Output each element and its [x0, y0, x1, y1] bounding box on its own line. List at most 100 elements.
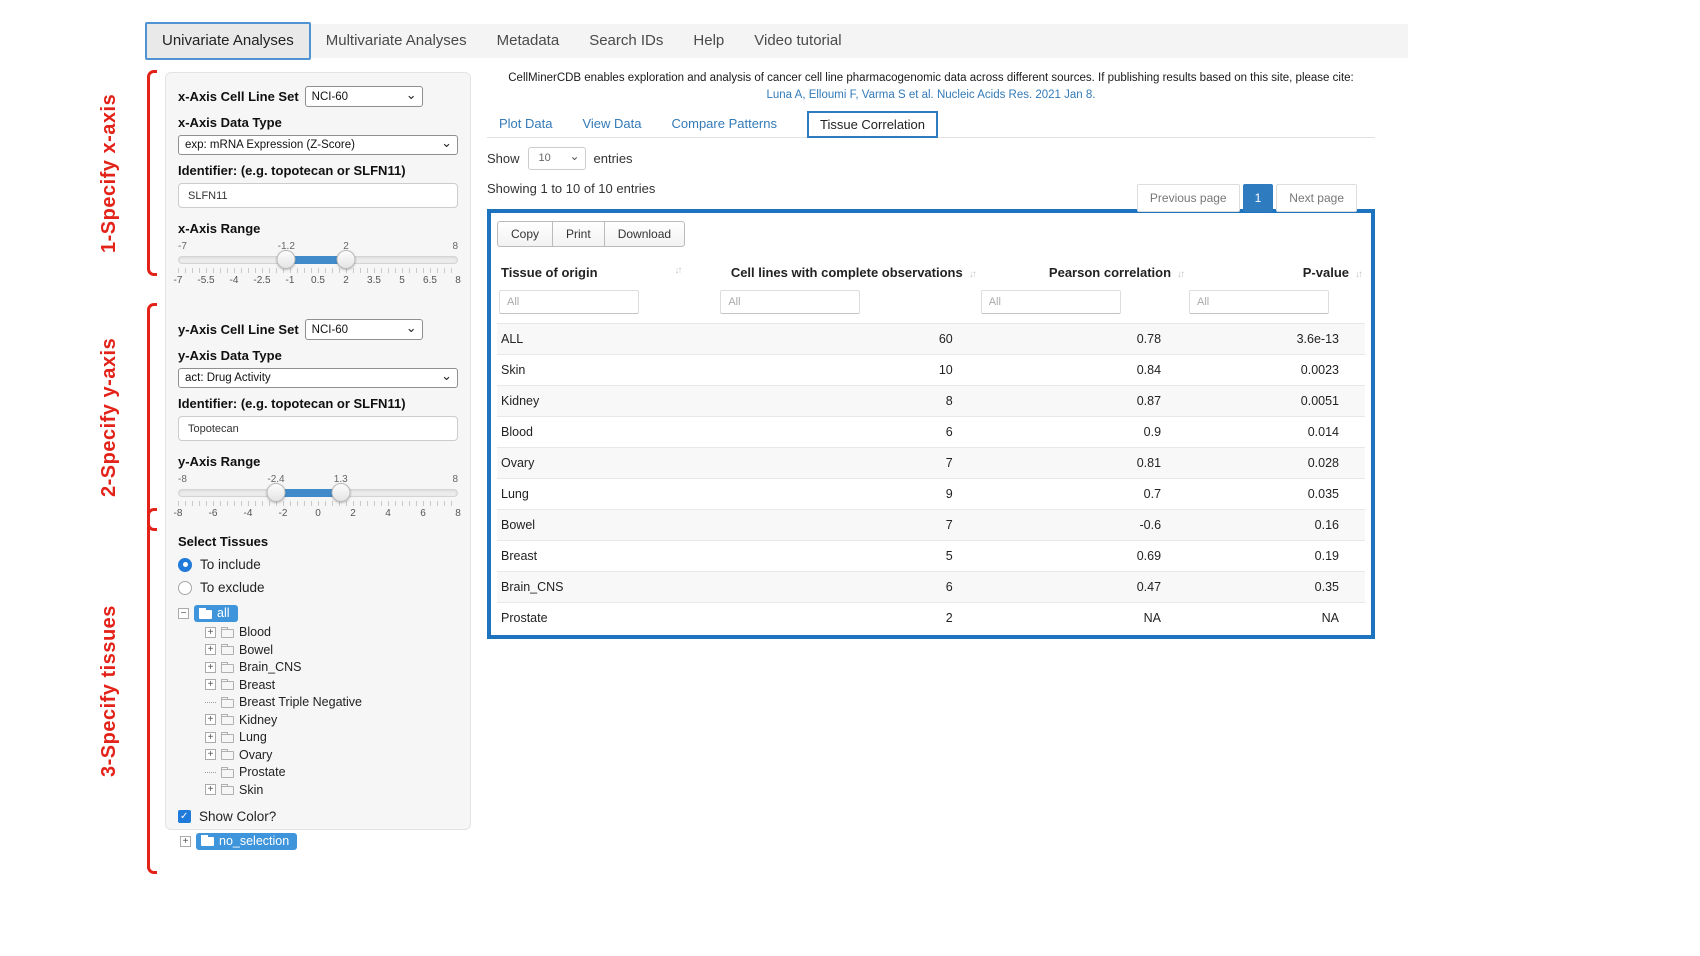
to-exclude-option[interactable]: To exclude: [178, 580, 458, 595]
top-nav-tabs: Univariate AnalysesMultivariate Analyses…: [145, 24, 1408, 58]
page-number-active[interactable]: 1: [1243, 184, 1274, 212]
expand-icon[interactable]: +: [205, 714, 216, 725]
cell-value: 0.69: [979, 540, 1187, 571]
tree-node-bowel: + Bowel: [205, 641, 458, 659]
filter-input-p-value[interactable]: [1189, 290, 1329, 314]
cell-value: 0.0051: [1187, 385, 1365, 416]
sort-icon[interactable]: ↓↑: [674, 265, 680, 276]
table-row[interactable]: Lung90.70.035: [497, 478, 1365, 509]
show-color-label: Show Color?: [199, 809, 276, 824]
slider-tick-label: -7: [174, 275, 183, 286]
show-color-checkbox[interactable]: [178, 810, 191, 823]
slider-handle-high[interactable]: [331, 483, 350, 502]
nav-tab-multivariate-analyses[interactable]: Multivariate Analyses: [311, 24, 482, 58]
column-header-pearson-correlation[interactable]: Pearson correlation↓↑: [979, 259, 1187, 290]
expand-icon[interactable]: +: [205, 627, 216, 638]
expand-icon[interactable]: +: [180, 836, 191, 847]
nav-tab-video-tutorial[interactable]: Video tutorial: [739, 24, 856, 58]
entries-per-page-select[interactable]: 10: [528, 147, 586, 170]
tree-node-label[interactable]: Breast Triple Negative: [239, 695, 362, 709]
previous-page-button[interactable]: Previous page: [1137, 184, 1240, 212]
expand-icon[interactable]: +: [205, 679, 216, 690]
next-page-button[interactable]: Next page: [1276, 184, 1357, 212]
expand-icon[interactable]: +: [205, 784, 216, 795]
expand-icon[interactable]: +: [205, 749, 216, 760]
tree-node-label[interactable]: Kidney: [239, 713, 277, 727]
tree-node-label[interactable]: Blood: [239, 625, 271, 639]
to-include-option[interactable]: To include: [178, 557, 458, 572]
slider-tick-label: -1: [286, 275, 295, 286]
nav-tab-univariate-analyses[interactable]: Univariate Analyses: [145, 22, 311, 60]
expand-icon[interactable]: +: [205, 644, 216, 655]
to-include-radio[interactable]: [178, 558, 192, 572]
tree-node-label[interactable]: Prostate: [239, 765, 286, 779]
print-button[interactable]: Print: [552, 221, 605, 247]
x-axis-range-slider[interactable]: -78-1.22-7-5.5-4-2.5-10.523.556.58: [178, 241, 458, 289]
tree-node-label[interactable]: Brain_CNS: [239, 660, 302, 674]
x-axis-data-type-select[interactable]: exp: mRNA Expression (Z-Score): [178, 135, 458, 155]
slider-tick-label: -4: [230, 275, 239, 286]
x-axis-cell-line-set-select-wrap: NCI-60: [305, 86, 423, 107]
table-row[interactable]: ALL600.783.6e-13: [497, 323, 1365, 354]
tree-node-label[interactable]: Breast: [239, 678, 275, 692]
download-button[interactable]: Download: [604, 221, 685, 247]
subtab-tissue-correlation[interactable]: Tissue Correlation: [807, 111, 938, 138]
slider-handle-low[interactable]: [277, 250, 296, 269]
expand-icon[interactable]: +: [205, 732, 216, 743]
table-row[interactable]: Ovary70.810.028: [497, 447, 1365, 478]
nav-tab-search-ids[interactable]: Search IDs: [574, 24, 678, 58]
citation-link[interactable]: Luna A, Elloumi F, Varma S et al. Nuclei…: [487, 89, 1375, 101]
table-row[interactable]: Prostate2NANA: [497, 602, 1365, 633]
folder-icon: [221, 716, 234, 725]
sort-icon[interactable]: ↓↑: [969, 269, 975, 280]
column-header-p-value[interactable]: P-value↓↑: [1187, 259, 1365, 290]
y-axis-identifier-input[interactable]: [178, 416, 458, 441]
y-axis-range-slider[interactable]: -88-2.41.3-8-6-4-202468: [178, 474, 458, 522]
y-axis-data-type-select[interactable]: act: Drug Activity: [178, 368, 458, 388]
tree-node-all-pill[interactable]: all: [194, 605, 238, 622]
slider-handle-high[interactable]: [337, 250, 356, 269]
subtab-plot-data[interactable]: Plot Data: [499, 116, 552, 131]
table-row[interactable]: Brain_CNS60.470.35: [497, 571, 1365, 602]
y-axis-data-type-select-wrap: act: Drug Activity: [178, 368, 458, 388]
subtab-view-data[interactable]: View Data: [582, 116, 641, 131]
cell-tissue: Breast: [497, 540, 718, 571]
tree-node-label[interactable]: Lung: [239, 730, 267, 744]
show-color-option[interactable]: Show Color?: [178, 809, 458, 824]
tree-node-label[interactable]: Bowel: [239, 643, 273, 657]
tree-node-label[interactable]: Skin: [239, 783, 263, 797]
column-header-tissue-of-origin[interactable]: Tissue of origin↓↑: [497, 259, 718, 290]
cell-value: 0.7: [979, 478, 1187, 509]
subtab-compare-patterns[interactable]: Compare Patterns: [672, 116, 778, 131]
slider-handle-low[interactable]: [267, 483, 286, 502]
to-exclude-radio[interactable]: [178, 581, 192, 595]
nav-tab-help[interactable]: Help: [678, 24, 739, 58]
table-row[interactable]: Bowel7-0.60.16: [497, 509, 1365, 540]
table-row[interactable]: Skin100.840.0023: [497, 354, 1365, 385]
sort-icon[interactable]: ↓↑: [1355, 269, 1361, 280]
x-axis-cell-line-set-select[interactable]: NCI-60: [305, 86, 423, 107]
filter-input-tissue-of-origin[interactable]: [499, 290, 639, 314]
y-axis-cell-line-set-label: y-Axis Cell Line Set: [178, 322, 299, 337]
filter-cell: [497, 290, 718, 324]
sort-icon[interactable]: ↓↑: [1177, 269, 1183, 280]
filter-input-pearson-correlation[interactable]: [981, 290, 1121, 314]
collapse-icon[interactable]: −: [178, 608, 189, 619]
cell-tissue: Bowel: [497, 509, 718, 540]
entries-suffix: entries: [594, 151, 633, 166]
tree-node-label[interactable]: Ovary: [239, 748, 272, 762]
table-row[interactable]: Blood60.90.014: [497, 416, 1365, 447]
annotation-bracket-3: [147, 508, 157, 874]
table-row[interactable]: Breast50.690.19: [497, 540, 1365, 571]
x-axis-identifier-input[interactable]: [178, 183, 458, 208]
column-header-cell-lines-with-complete-observations[interactable]: Cell lines with complete observations↓↑: [718, 259, 978, 290]
table-row[interactable]: Kidney80.870.0051: [497, 385, 1365, 416]
copy-button[interactable]: Copy: [497, 221, 553, 247]
filter-input-cell-lines-with-complete-observations[interactable]: [720, 290, 860, 314]
expand-icon[interactable]: +: [205, 662, 216, 673]
y-axis-cell-line-set-select[interactable]: NCI-60: [305, 319, 423, 340]
slider-tick-label: -2.5: [253, 275, 270, 286]
nav-tab-metadata[interactable]: Metadata: [482, 24, 575, 58]
annotation-step2: 2-Specify y-axis: [98, 303, 132, 531]
tree-node-no-selection-pill[interactable]: no_selection: [196, 833, 297, 850]
